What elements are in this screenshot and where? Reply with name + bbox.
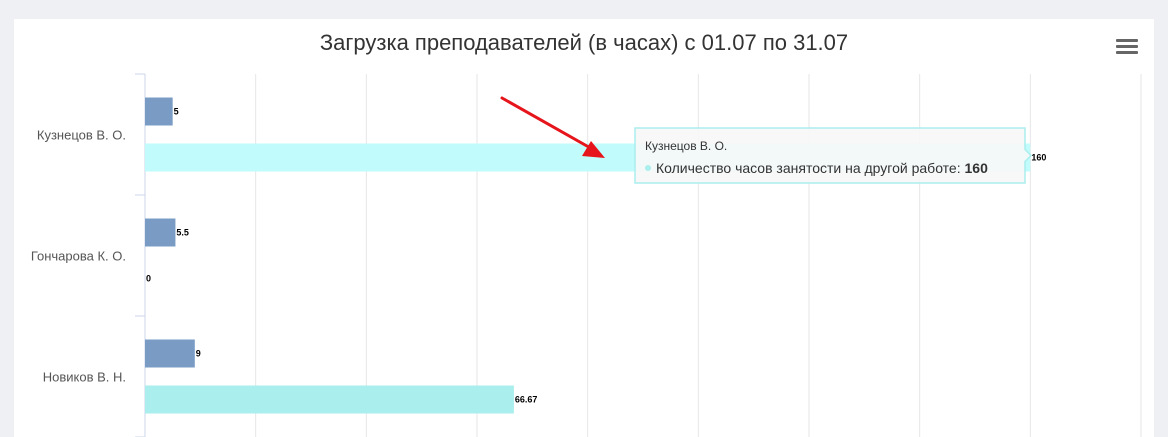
data-label: 66.67	[515, 395, 538, 405]
plot-area: Кузнецов В. О. 5 160 Гончарова К. О. 5.5 0 Нов…	[31, 73, 1142, 437]
tooltip-separator: :	[957, 160, 965, 176]
tooltip-series-marker	[645, 165, 651, 171]
chart-title: Загрузка преподавателей (в часах) с 01.0…	[320, 30, 848, 55]
bar-series-1	[145, 218, 176, 247]
data-label: 5.5	[176, 228, 189, 238]
tooltip-header: Кузнецов В. О.	[645, 139, 727, 153]
category-label: Гончарова К. О.	[31, 249, 126, 264]
data-label: 9	[196, 349, 201, 359]
bar-chart: Загрузка преподавателей (в часах) с 01.0…	[31, 30, 1142, 437]
chart-context-menu-button[interactable]	[1116, 39, 1138, 57]
category-label: Кузнецов В. О.	[37, 128, 126, 143]
bar-series-1	[145, 339, 195, 368]
tooltip-series-line: Количество часов занятости на другой раб…	[656, 160, 988, 176]
tooltip: Кузнецов В. О. Количество часов занятости…	[634, 127, 1033, 184]
bar-series-1	[145, 97, 173, 126]
data-label: 0	[146, 274, 151, 284]
bar-series-2	[145, 385, 514, 414]
tooltip-series-name: Количество часов занятости на другой раб…	[656, 160, 957, 176]
category-label: Новиков В. Н.	[43, 370, 126, 385]
hamburger-menu-icon	[1116, 39, 1138, 42]
data-label: 5	[174, 107, 179, 117]
chart-card: Загрузка преподавателей (в часах) с 01.0…	[14, 19, 1154, 437]
tooltip-value: 160	[965, 160, 989, 176]
data-label: 160	[1031, 153, 1046, 163]
